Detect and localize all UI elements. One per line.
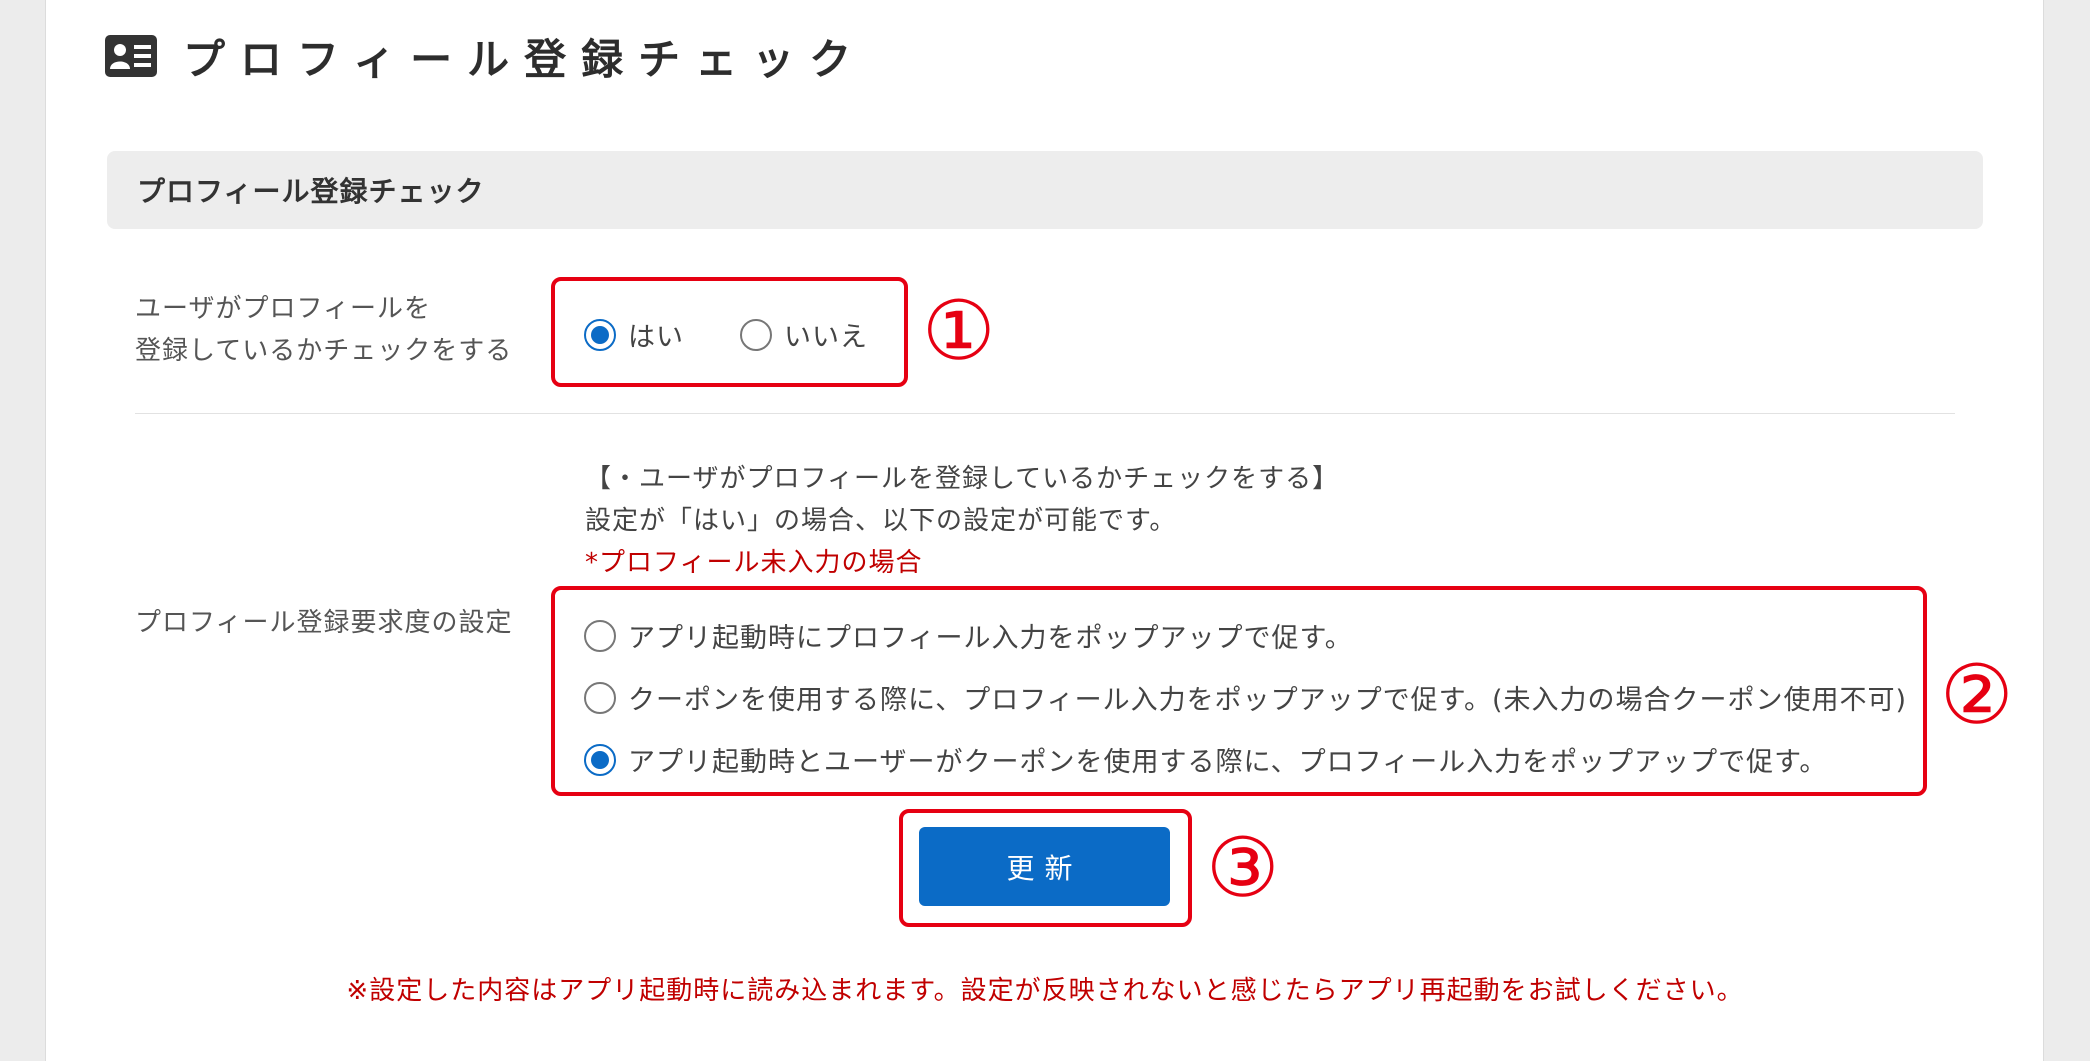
requirement-radio-1[interactable]: [584, 619, 616, 652]
radio-option-no[interactable]: いいえ: [740, 315, 868, 354]
check-row-label: ユーザがプロフィールを 登録しているかチェックをする: [135, 288, 512, 372]
requirement-row-label: プロフィール登録要求度の設定: [135, 608, 513, 638]
annotation-marker-2: ②: [1940, 648, 2014, 743]
requirement-option-1-label: アプリ起動時にプロフィール入力をポップアップで促す。: [628, 623, 1353, 654]
page-title-text: プロフィール登録チェック: [183, 34, 867, 84]
requirement-note-red: *プロフィール未入力の場合: [585, 548, 923, 578]
requirement-option-1[interactable]: アプリ起動時にプロフィール入力をポップアップで促す。: [584, 616, 1353, 655]
page-title: プロフィール登録チェック: [105, 28, 866, 84]
annotation-marker-3: ③: [1206, 821, 1280, 916]
section-header: プロフィール登録チェック: [107, 151, 1983, 229]
requirement-note-line2: 設定が「はい」の場合、以下の設定が可能です。: [585, 506, 1177, 536]
footer-warning-note: ※設定した内容はアプリ起動時に読み込まれます。設定が反映されないと感じたらアプリ…: [346, 976, 1744, 1006]
id-card-icon: [105, 35, 157, 77]
requirement-note-line1: 【・ユーザがプロフィールを登録しているかチェックをする】: [585, 464, 1340, 494]
requirement-option-2[interactable]: クーポンを使用する際に、プロフィール入力をポップアップで促す。(未入力の場合クー…: [584, 678, 1907, 717]
annotation-marker-1: ①: [922, 284, 996, 379]
requirement-option-3-label: アプリ起動時とユーザーがクーポンを使用する際に、プロフィール入力をポップアップで…: [628, 747, 1828, 778]
radio-no[interactable]: [740, 318, 772, 351]
radio-option-yes[interactable]: はい: [584, 315, 684, 354]
check-row-label-line2: 登録しているかチェックをする: [135, 336, 513, 366]
update-button[interactable]: 更新: [919, 827, 1170, 906]
requirement-radio-3[interactable]: [584, 743, 616, 776]
radio-yes[interactable]: [584, 318, 616, 351]
requirement-radio-2[interactable]: [584, 681, 616, 714]
row-divider: [135, 413, 1955, 414]
radio-no-label: いいえ: [784, 322, 868, 353]
requirement-option-3[interactable]: アプリ起動時とユーザーがクーポンを使用する際に、プロフィール入力をポップアップで…: [584, 740, 1827, 779]
radio-yes-label: はい: [628, 322, 684, 353]
requirement-option-2-label: クーポンを使用する際に、プロフィール入力をポップアップで促す。(未入力の場合クー…: [628, 685, 1908, 716]
check-row-label-line1: ユーザがプロフィールを: [135, 294, 431, 324]
